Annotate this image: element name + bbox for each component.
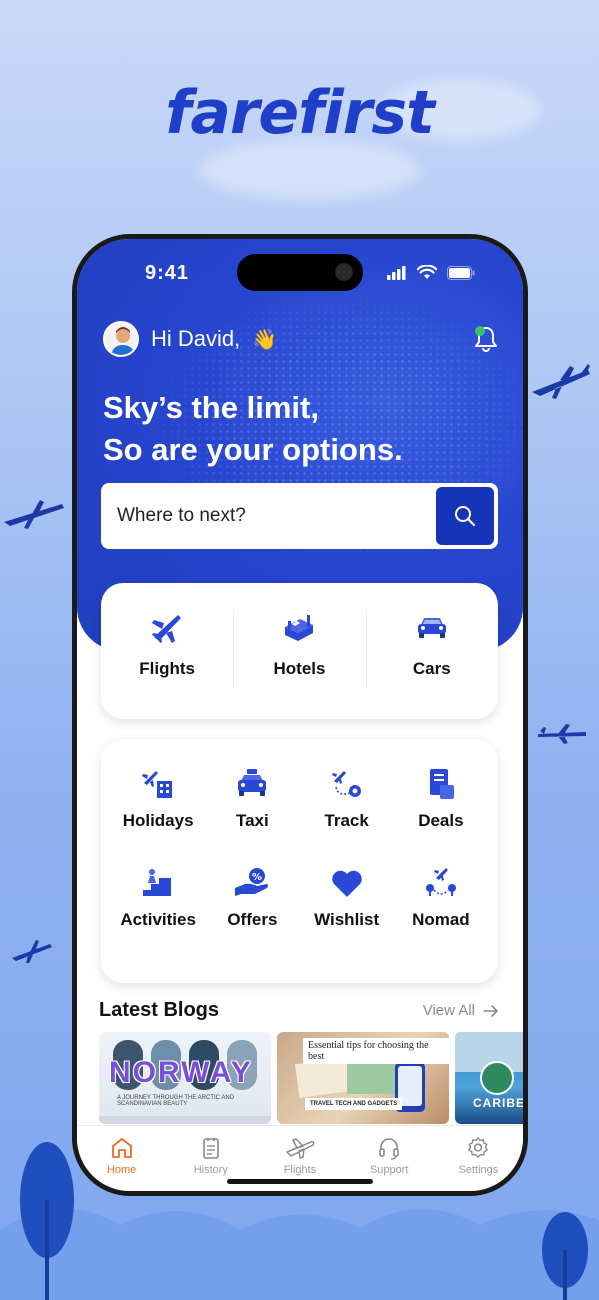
blogs-title: Latest Blogs	[99, 999, 220, 1021]
service-label: Offers	[227, 910, 278, 929]
deals-icon	[429, 769, 454, 799]
airplane-decoration-icon	[538, 724, 586, 744]
holidays-icon	[142, 771, 173, 798]
phone-frame: 9:41 Hi David, 👋 Sky’s the limit, So are…	[72, 234, 528, 1196]
taxi-icon	[238, 769, 267, 796]
service-activities[interactable]: Activities	[111, 866, 205, 965]
greeting-row: Hi David, 👋	[103, 321, 277, 357]
blog-card-norway[interactable]: NORWAY A JOURNEY THROUGH THE ARCTIC AND …	[99, 1032, 271, 1124]
service-offers[interactable]: % Offers	[205, 866, 299, 965]
service-track[interactable]: Track	[300, 767, 394, 866]
status-time: 9:41	[145, 262, 190, 284]
service-hotels[interactable]: Hotels	[233, 583, 365, 719]
airplane-icon	[152, 615, 182, 643]
service-label: Hotels	[273, 659, 326, 678]
svg-text:%: %	[252, 872, 262, 883]
headset-icon	[379, 1138, 400, 1160]
gear-icon	[468, 1137, 489, 1158]
app-screen: 9:41 Hi David, 👋 Sky’s the limit, So are…	[77, 239, 523, 1191]
blog-headline: Essential tips for choosing the best	[303, 1038, 449, 1064]
headline-line-1: Sky’s the limit,	[103, 390, 319, 425]
tab-label: Settings	[458, 1164, 499, 1176]
tree-decoration	[20, 1142, 74, 1300]
view-all-link[interactable]: View All	[423, 1002, 499, 1019]
history-icon	[202, 1138, 219, 1159]
service-cars[interactable]: Cars	[365, 583, 498, 719]
status-icons	[387, 265, 475, 280]
blog-subtitle: A JOURNEY THROUGH THE ARCTIC AND SCANDIN…	[117, 1095, 235, 1107]
tab-label: Flights	[283, 1164, 317, 1176]
view-all-label: View All	[422, 1002, 475, 1019]
airplane-icon	[286, 1138, 315, 1159]
service-label: Activities	[120, 910, 196, 929]
notification-dot	[475, 326, 485, 336]
home-icon	[111, 1138, 132, 1158]
wave-emoji: 👋	[252, 328, 278, 351]
battery-icon	[447, 265, 475, 280]
cloud	[200, 140, 420, 200]
search-button[interactable]	[436, 487, 494, 545]
tab-settings[interactable]: Settings	[434, 1136, 523, 1191]
search-icon	[455, 506, 476, 527]
blog-headline: CARIBE	[473, 1096, 523, 1110]
hotel-bed-icon	[285, 615, 314, 641]
more-services-card: Holidays Taxi Track Deals Activities % O…	[101, 739, 498, 983]
notification-bell-icon[interactable]	[473, 325, 499, 353]
home-indicator	[227, 1179, 373, 1184]
service-label: Deals	[418, 811, 464, 830]
blog-card-caribe[interactable]: CARIBE	[455, 1032, 523, 1124]
service-wishlist[interactable]: Wishlist	[300, 866, 394, 965]
service-label: Cars	[412, 659, 451, 678]
blog-card-travel-tech[interactable]: Essential tips for choosing the best TRA…	[277, 1032, 449, 1124]
tree-decoration	[542, 1212, 588, 1300]
service-label: Taxi	[235, 811, 269, 830]
blog-thumbnail-image	[455, 1032, 523, 1095]
dynamic-island	[237, 254, 363, 291]
search-bar	[101, 483, 498, 549]
service-label: Flights	[139, 659, 196, 678]
tab-home[interactable]: Home	[77, 1136, 166, 1191]
signal-icon	[387, 265, 406, 280]
blogs-carousel: NORWAY A JOURNEY THROUGH THE ARCTIC AND …	[99, 1032, 523, 1124]
brand-logo: farefirst	[165, 78, 435, 148]
offers-icon: %	[235, 868, 269, 896]
service-label: Track	[324, 811, 369, 830]
search-input[interactable]	[101, 483, 436, 549]
headline-line-2: So are your options.	[103, 432, 403, 467]
avatar[interactable]	[103, 321, 139, 357]
service-taxi[interactable]: Taxi	[205, 767, 299, 866]
greeting-text: Hi David,	[151, 326, 241, 351]
service-holidays[interactable]: Holidays	[111, 767, 205, 866]
heart-icon	[331, 870, 362, 897]
user-avatar-icon	[111, 327, 135, 355]
status-bar: 9:41	[77, 254, 523, 291]
nomad-icon	[425, 868, 456, 896]
service-nomad[interactable]: Nomad	[394, 866, 488, 965]
tab-label: Home	[106, 1164, 137, 1176]
wifi-icon	[417, 265, 437, 279]
activities-icon	[143, 869, 172, 896]
blogs-header: Latest Blogs View All	[99, 999, 499, 1022]
airplane-decoration-icon	[12, 940, 52, 963]
service-label: Holidays	[122, 811, 194, 830]
tab-label: History	[193, 1164, 228, 1176]
airplane-decoration-icon	[532, 364, 590, 399]
track-icon	[331, 771, 361, 797]
main-services-card: Flights Hotels Cars	[101, 583, 498, 719]
hero-headline: Sky’s the limit, So are your options.	[103, 387, 403, 471]
service-label: Wishlist	[314, 910, 380, 929]
camera-icon	[335, 263, 353, 281]
car-icon	[417, 618, 446, 638]
arrow-right-icon	[483, 1004, 498, 1017]
service-flights[interactable]: Flights	[101, 583, 233, 719]
tab-label: Support	[369, 1164, 409, 1176]
blog-headline: NORWAY	[109, 1056, 253, 1089]
service-label: Nomad	[412, 910, 470, 929]
airplane-decoration-icon	[4, 500, 64, 529]
service-deals[interactable]: Deals	[394, 767, 488, 866]
blog-subtitle: TRAVEL TECH AND GADGETS	[305, 1098, 403, 1110]
